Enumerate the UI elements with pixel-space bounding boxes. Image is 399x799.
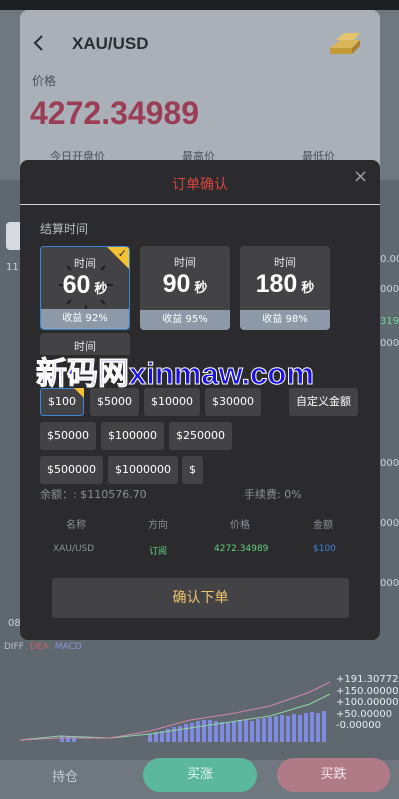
time-option-value: 180 秒 xyxy=(255,270,315,298)
time-option-value: 90 秒 xyxy=(162,270,208,298)
pair-title: XAU/USD xyxy=(72,34,149,53)
order-direction: 订阅 xyxy=(149,547,168,557)
col-direction: 方向 xyxy=(148,520,168,531)
time-tick: 08 xyxy=(8,618,21,629)
col-name: 名称 xyxy=(66,520,86,531)
time-option-60[interactable]: ✓ 时间 60 秒 收益 92% xyxy=(40,246,130,330)
macd-axis-label: +150.00000 xyxy=(336,685,399,697)
time-option-value: 60 秒 xyxy=(62,271,108,299)
confirm-order-button[interactable]: 确认下单 xyxy=(52,578,349,618)
time-option-label: 时间 xyxy=(174,256,196,269)
amount-250000[interactable]: $250000 xyxy=(169,422,232,450)
dea-label: DEA xyxy=(29,642,49,652)
modal-title: 订单确认 xyxy=(172,177,228,193)
order-confirm-modal: 订单确认 × 结算时间 ✓ 时间 60 秒 收益 92% 时间 90 秒 收益 95… xyxy=(20,160,380,640)
diff-label: DIFF xyxy=(4,642,24,652)
order-amount: $100 xyxy=(313,544,336,554)
time-option-label: 时间 xyxy=(274,256,296,269)
gold-bar-icon xyxy=(330,33,360,54)
settlement-time-label: 结算时间 xyxy=(40,222,89,236)
time-option-90[interactable]: 时间 90 秒 收益 95% xyxy=(140,246,230,330)
axis-value: 0000 xyxy=(380,578,399,589)
time-option-yield: 收益 98% xyxy=(240,310,330,330)
axis-value: 0000 xyxy=(380,284,399,295)
macd-legend: DIFF DEA MACD xyxy=(4,642,88,652)
col-price: 价格 xyxy=(230,520,250,531)
axis-value: 0000 xyxy=(380,518,399,529)
axis-value: 0000 xyxy=(380,458,399,469)
time-option-yield: 收益 95% xyxy=(140,310,230,330)
macd-axis-label: +191.30772 xyxy=(336,674,399,685)
macd-axis-labels: +191.30772 +150.00000 +100.00000 +50.000… xyxy=(336,674,398,732)
axis-value: 0000 xyxy=(380,338,399,349)
close-icon[interactable]: × xyxy=(353,166,368,187)
balance-text: 余额：: $110576.70 xyxy=(40,488,147,501)
back-arrow-icon[interactable] xyxy=(30,34,48,52)
macd-chart xyxy=(20,681,331,742)
buy-up-button[interactable]: 买涨 xyxy=(143,758,257,792)
amount-input[interactable]: $ xyxy=(182,456,203,484)
time-option-label: 时间 xyxy=(74,257,96,270)
price-label: 价格 xyxy=(32,74,57,88)
holdings-button[interactable]: 持仓 xyxy=(52,766,78,785)
amount-100000[interactable]: $100000 xyxy=(101,422,164,450)
macd-axis-label: +100.00000 xyxy=(336,697,399,708)
amount-500000[interactable]: $500000 xyxy=(40,456,103,484)
title-divider xyxy=(20,204,380,205)
amount-1000000[interactable]: $1000000 xyxy=(108,456,178,484)
axis-value: 0.00 xyxy=(380,254,399,265)
col-amount: 金额 xyxy=(313,520,333,531)
price-value: 4272.34989 xyxy=(30,95,200,131)
macd-axis-label: +50.00000 xyxy=(336,708,393,720)
buy-down-button[interactable]: 买跌 xyxy=(277,758,390,792)
amount-50000[interactable]: $50000 xyxy=(40,422,96,450)
macd-axis-label: -0.00000 xyxy=(336,720,381,731)
macd-label: MACD xyxy=(54,642,82,652)
fee-text: 手续费: 0% xyxy=(244,488,302,501)
time-option-yield: 收益 92% xyxy=(41,309,129,329)
order-name: XAU/USD xyxy=(53,544,95,554)
status-bar xyxy=(0,0,399,10)
axis-value: 319 xyxy=(380,316,399,327)
time-option-180[interactable]: 时间 180 秒 收益 98% xyxy=(240,246,330,330)
watermark: 新码网xinmaw.com xyxy=(36,356,315,392)
order-price: 4272.34989 xyxy=(214,544,269,554)
